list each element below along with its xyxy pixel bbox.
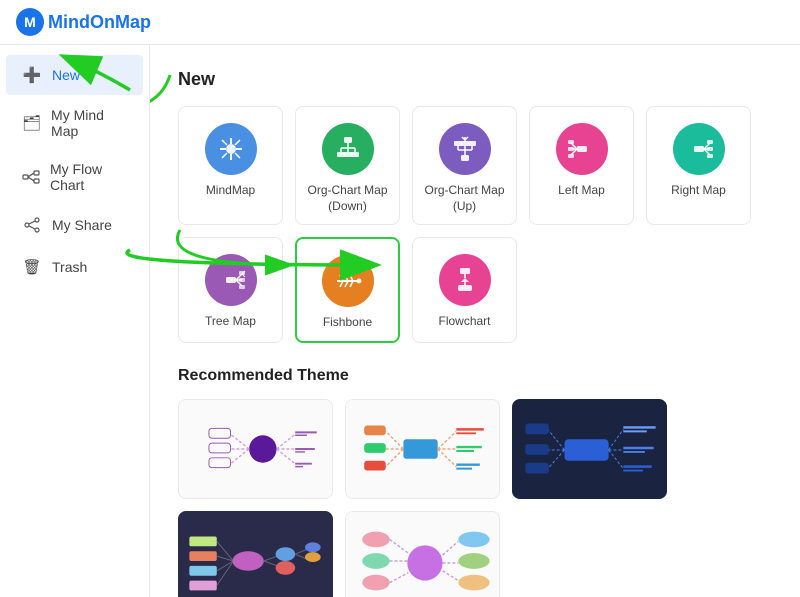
template-card-orgdown[interactable]: Org-Chart Map (Down) xyxy=(295,106,400,225)
sidebar-item-myflowchart[interactable]: My Flow Chart xyxy=(6,151,143,203)
orgdown-icon xyxy=(322,123,374,175)
flowchart-label: Flowchart xyxy=(438,314,490,330)
template-card-orgup[interactable]: Org-Chart Map (Up) xyxy=(412,106,517,225)
template-card-mindmap[interactable]: MindMap xyxy=(178,106,283,225)
template-grid: MindMap Org-Chart Ma xyxy=(178,106,772,343)
header: M MindOnMap xyxy=(0,0,800,45)
theme-card-3[interactable] xyxy=(512,399,667,499)
sidebar-item-new[interactable]: ➕ New xyxy=(6,55,143,95)
logo: M MindOnMap xyxy=(16,8,151,36)
sidebar-label-new: New xyxy=(52,67,80,83)
rightmap-icon xyxy=(673,123,725,175)
layout: ➕ New 🗂 My Mind Map My Flow Chart xyxy=(0,45,800,597)
sidebar-item-myshare[interactable]: My Share xyxy=(6,205,143,245)
orgdown-label: Org-Chart Map (Down) xyxy=(304,183,391,214)
new-icon: ➕ xyxy=(22,65,42,85)
orgup-icon xyxy=(439,123,491,175)
main-content: New MindMap xyxy=(150,45,800,597)
sidebar-label-trash: Trash xyxy=(52,259,87,275)
fishbone-label: Fishbone xyxy=(323,315,372,331)
sidebar-label-mymindmap: My Mind Map xyxy=(51,107,127,139)
logo-text: MindOnMap xyxy=(48,12,151,33)
leftmap-icon xyxy=(556,123,608,175)
myshare-icon xyxy=(22,215,42,235)
mindmap-icon xyxy=(205,123,257,175)
sidebar: ➕ New 🗂 My Mind Map My Flow Chart xyxy=(0,45,150,597)
template-card-flowchart[interactable]: Flowchart xyxy=(412,237,517,343)
flowchart-icon xyxy=(439,254,491,306)
mindmap-label: MindMap xyxy=(206,183,255,199)
template-card-treemap[interactable]: Tree Map xyxy=(178,237,283,343)
theme-grid xyxy=(178,399,772,597)
myflowchart-icon xyxy=(22,167,40,187)
sidebar-item-mymindmap[interactable]: 🗂 My Mind Map xyxy=(6,97,143,149)
sidebar-item-trash[interactable]: 🗑 Trash xyxy=(6,247,143,287)
treemap-label: Tree Map xyxy=(205,314,256,330)
theme-card-2[interactable] xyxy=(345,399,500,499)
rightmap-label: Right Map xyxy=(671,183,726,199)
template-card-leftmap[interactable]: Left Map xyxy=(529,106,634,225)
template-card-rightmap[interactable]: Right Map xyxy=(646,106,751,225)
mymindmap-icon: 🗂 xyxy=(22,113,41,133)
template-card-fishbone[interactable]: Fishbone xyxy=(295,237,400,343)
orgup-label: Org-Chart Map (Up) xyxy=(421,183,508,214)
theme-card-5[interactable] xyxy=(345,511,500,597)
sidebar-label-myflowchart: My Flow Chart xyxy=(50,161,127,193)
trash-icon: 🗑 xyxy=(22,257,42,277)
sidebar-label-myshare: My Share xyxy=(52,217,112,233)
recommended-title: Recommended Theme xyxy=(178,367,772,385)
theme-card-1[interactable] xyxy=(178,399,333,499)
logo-icon: M xyxy=(16,8,44,36)
theme-card-4[interactable] xyxy=(178,511,333,597)
new-section-title: New xyxy=(178,69,772,90)
fishbone-icon xyxy=(322,255,374,307)
leftmap-label: Left Map xyxy=(558,183,605,199)
treemap-icon xyxy=(205,254,257,306)
